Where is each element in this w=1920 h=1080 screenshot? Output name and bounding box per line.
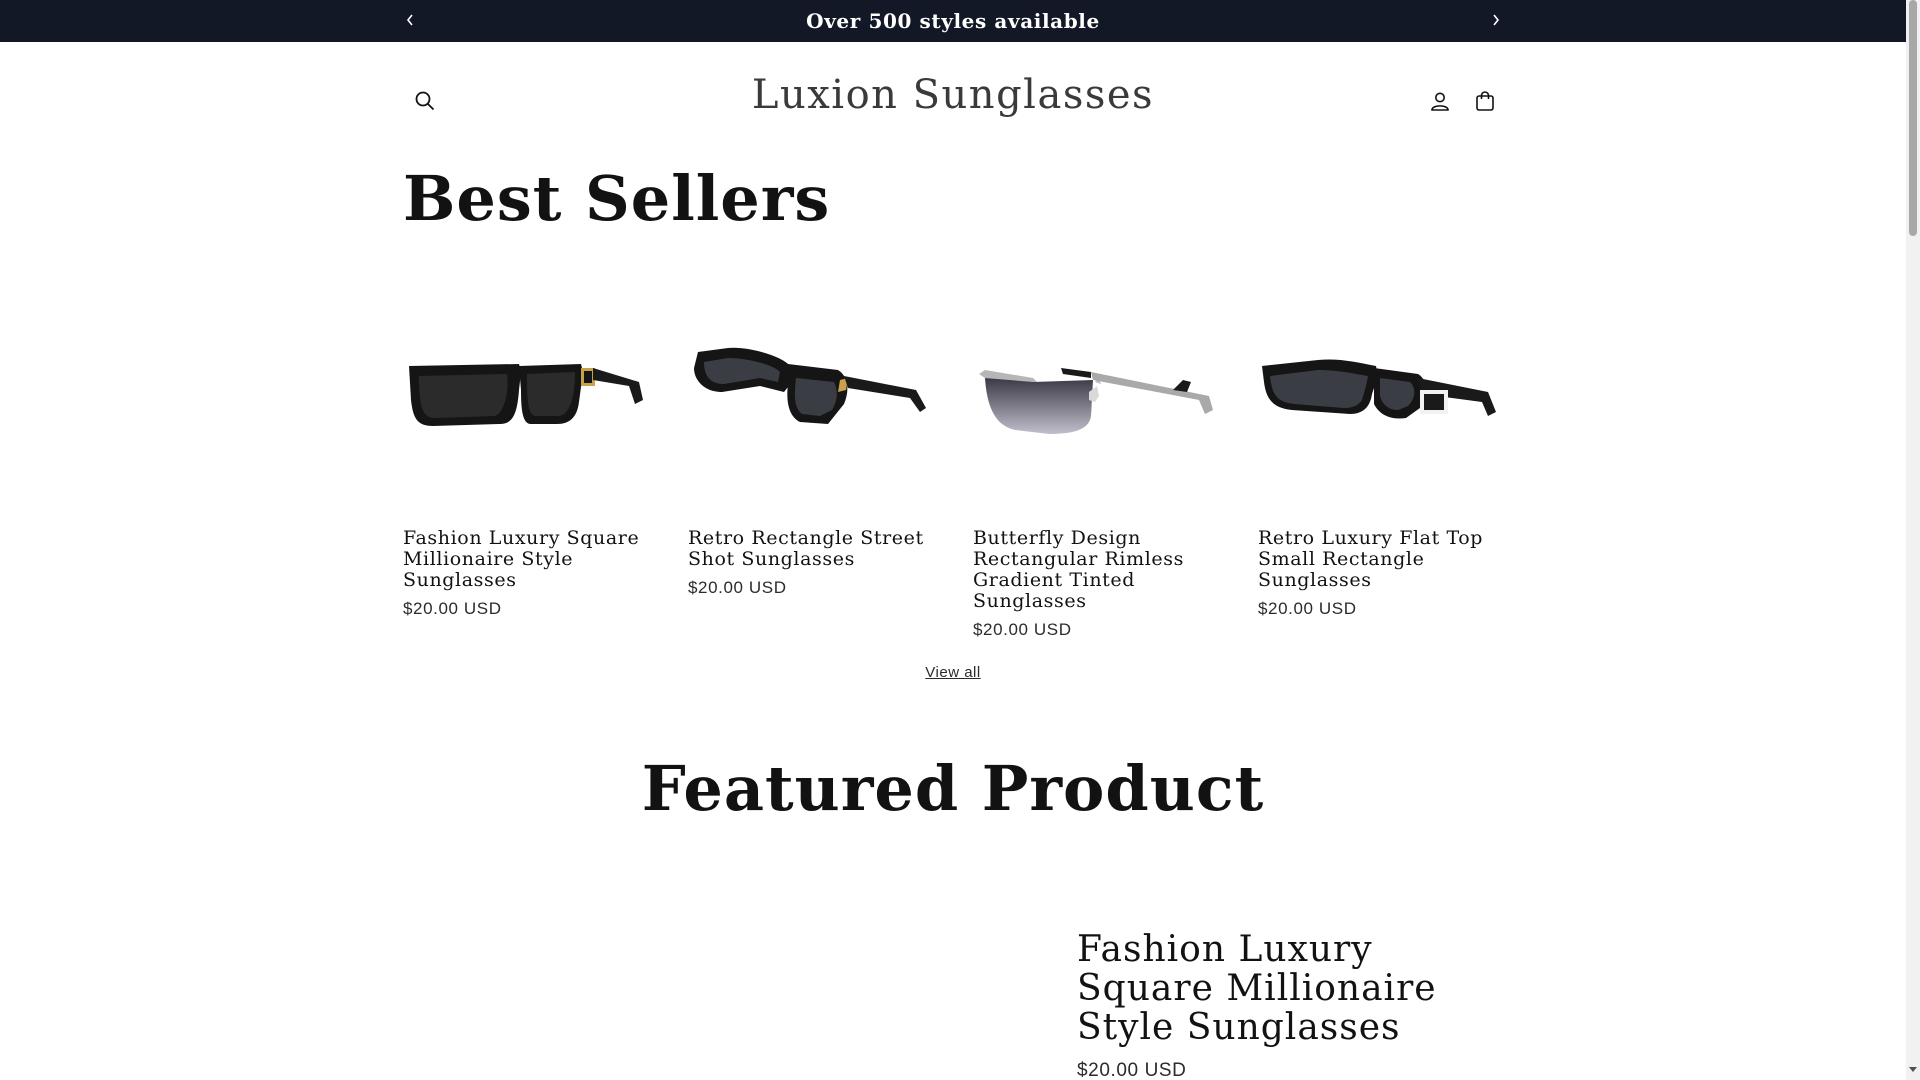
sunglasses-image-flat-top [1262,359,1496,419]
view-all-link[interactable]: View all [925,664,980,681]
product-card[interactable]: Fashion Luxury Square Millionaire Style … [403,290,646,640]
account-icon [1431,92,1449,111]
sunglasses-image-retro-rectangle [694,347,926,424]
product-title[interactable]: Retro Luxury Flat Top Small Rectangle Su… [1258,528,1501,591]
product-price: $20.00 USD [688,578,787,597]
featured-product-heading: Featured Product [641,752,1265,825]
scrollbar-thumb[interactable] [1909,0,1917,236]
page-scrollbar[interactable] [1906,0,1920,1080]
featured-product-price: $20.00 USD [1077,1060,1187,1080]
announcement-text: Over 500 styles available [806,9,1100,33]
product-image[interactable] [973,290,1216,490]
announcement-prev-button[interactable] [400,10,420,30]
announcement-bar: Over 500 styles available [0,0,1906,42]
scroll-down-arrow-icon[interactable] [1908,1064,1918,1074]
site-header: Luxion Sunglasses [0,42,1906,158]
product-title[interactable]: Fashion Luxury Square Millionaire Style … [403,528,646,591]
product-image[interactable] [1258,290,1501,490]
announcement-next-button[interactable] [1486,10,1506,30]
product-card[interactable]: Retro Luxury Flat Top Small Rectangle Su… [1258,290,1501,640]
view-all-container: View all [0,664,1906,682]
product-image[interactable] [688,290,931,490]
chevron-left-icon [406,14,413,26]
cart-button[interactable] [1470,86,1500,116]
chevron-right-icon [1493,14,1500,26]
featured-product-name: Fashion Luxury Square Millionaire Style … [1077,929,1437,1048]
store-logo[interactable]: Luxion Sunglasses [0,72,1906,118]
product-price: $20.00 USD [973,620,1072,639]
product-card[interactable]: Retro Rectangle Street Shot Sunglasses $… [688,290,931,640]
account-button[interactable] [1425,86,1455,116]
product-title[interactable]: Retro Rectangle Street Shot Sunglasses [688,528,931,570]
product-price: $20.00 USD [403,599,502,618]
product-card[interactable]: Butterfly Design Rectangular Rimless Gra… [973,290,1216,640]
product-grid: Fashion Luxury Square Millionaire Style … [403,290,1503,640]
product-image[interactable] [403,290,646,490]
sunglasses-image-rimless-gradient [979,368,1213,434]
product-title[interactable]: Butterfly Design Rectangular Rimless Gra… [973,528,1216,612]
product-price: $20.00 USD [1258,599,1357,618]
cart-icon [1476,91,1494,111]
best-sellers-heading: Best Sellers [403,162,831,235]
sunglasses-image-square-black [409,364,643,426]
